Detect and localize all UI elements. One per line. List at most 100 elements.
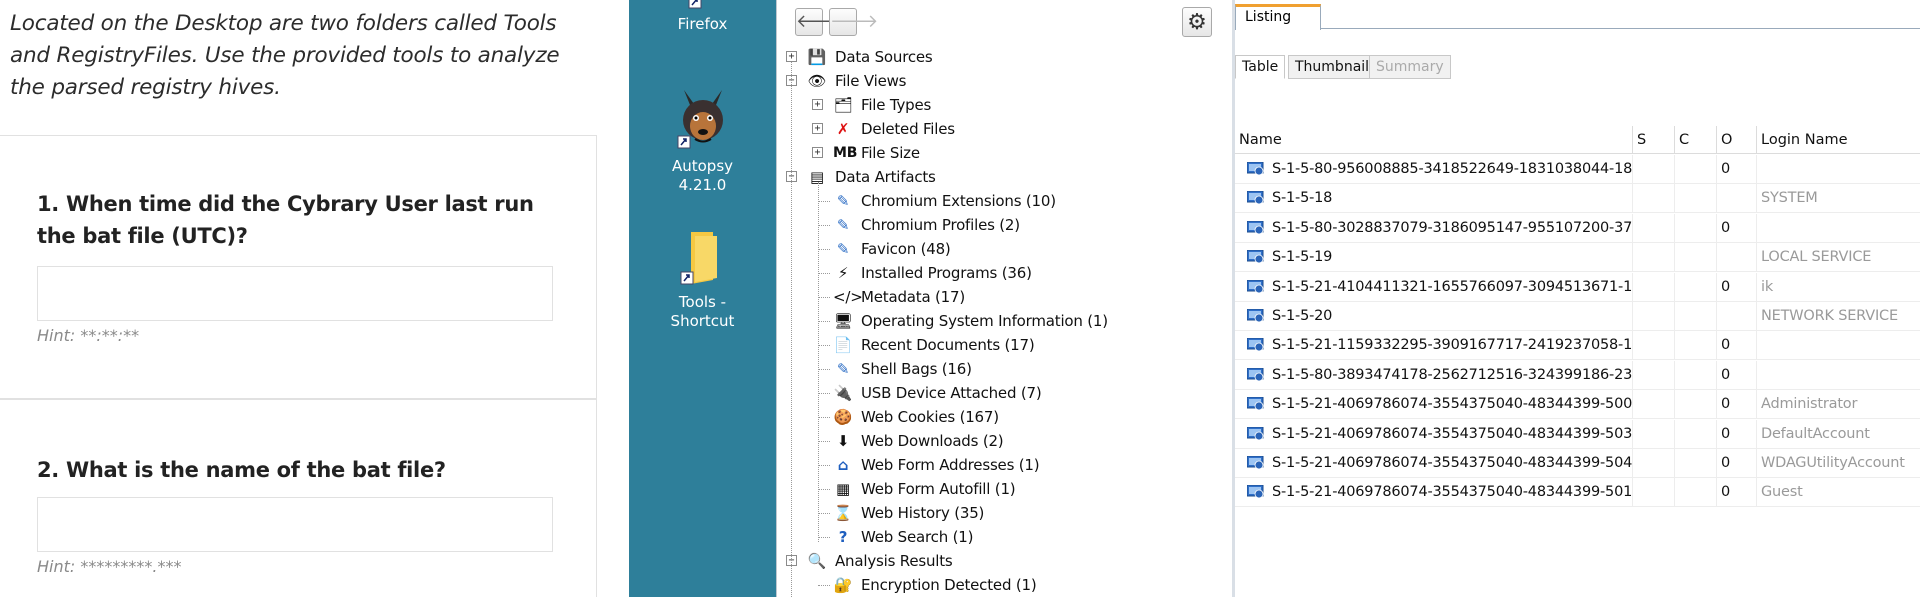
tree-node-label: Data Sources (835, 48, 933, 66)
column-header-name[interactable]: Name (1235, 126, 1633, 154)
tree-node-icon: ⌛ (833, 504, 853, 522)
cell-o: 0 (1717, 213, 1757, 243)
tree-node-label: Analysis Results (835, 552, 953, 570)
table-row[interactable]: S-1-5-21-4069786074-3554375040-48344399-… (1235, 390, 1920, 420)
cell-name: S-1-5-80-3028837079-3186095147-955107200… (1272, 213, 1633, 243)
tab-table[interactable]: Table (1235, 55, 1286, 79)
tree-guide-line (818, 182, 819, 542)
table-row[interactable]: S-1-5-18 SYSTEM (1235, 184, 1920, 214)
tree-connector (818, 273, 830, 274)
column-header-c[interactable]: C (1675, 126, 1717, 154)
tree-node-icon: MB (833, 145, 858, 161)
column-header-login-name[interactable]: Login Name (1757, 126, 1920, 154)
user-account-icon (1247, 367, 1264, 382)
cell-s (1633, 272, 1675, 302)
question-card-2: 2. What is the name of the bat file? Hin… (0, 399, 597, 597)
cell-o: 0 (1717, 155, 1757, 184)
table-row[interactable]: S-1-5-80-956008885-3418522649-1831038044… (1235, 155, 1920, 184)
cell-o (1717, 243, 1757, 273)
cell-c (1675, 302, 1717, 331)
settings-gear-icon[interactable]: ⚙ (1182, 7, 1212, 37)
tree-node-icon: ▦ (836, 480, 850, 498)
column-header-s[interactable]: S (1633, 126, 1675, 154)
tab-thumbnail[interactable]: Thumbnail (1288, 55, 1377, 79)
autopsy-tree-panel: 🡐 🡒 ⚙ + 💾 Data Sources − 👁 File Views + 🗂 File T… (776, 0, 1232, 597)
tools-shortcut[interactable]: Tools - Shortcut (629, 228, 776, 331)
tree-node-label: Web Form Addresses (1) (861, 456, 1040, 474)
table-row[interactable]: S-1-5-20 NETWORK SERVICE (1235, 302, 1920, 331)
cell-s (1633, 331, 1675, 361)
user-account-icon (1247, 456, 1264, 470)
folder-icon (680, 232, 717, 285)
cell-c (1675, 331, 1717, 361)
table-row[interactable]: S-1-5-80-3028837079-3186095147-955107200… (1235, 213, 1920, 243)
cell-c (1675, 272, 1717, 302)
tree-node-icon: ✎ (836, 192, 850, 210)
question-card-1: 1. When time did the Cybrary User last r… (0, 135, 597, 399)
tree-connector (818, 489, 830, 490)
autopsy-label: Autopsy 4.21.0 (671, 157, 734, 194)
tree-expand-toggle[interactable]: + (812, 123, 823, 134)
tree-toolbar: 🡐 🡒 ⚙ (777, 0, 1232, 42)
cell-login-name: Administrator (1761, 396, 1858, 413)
tree-node-icon: ✗ (836, 120, 850, 138)
tree-expand-toggle[interactable]: + (812, 147, 823, 158)
tree-node-icon: ✎ (836, 360, 850, 378)
table-row[interactable]: S-1-5-80-3893474178-2562712516-324399186… (1235, 360, 1920, 390)
table-row[interactable]: S-1-5-21-1159332295-3909167717-241923705… (1235, 331, 1920, 361)
tree-connector (818, 417, 830, 418)
cell-name: S-1-5-21-4069786074-3554375040-48344399-… (1272, 478, 1633, 508)
cell-name: S-1-5-21-1159332295-3909167717-241923705… (1272, 331, 1633, 361)
tree-connector (818, 297, 830, 298)
tree-node-icon: 🔐 (833, 576, 853, 594)
table-row[interactable]: S-1-5-21-4104411321-1655766097-309451367… (1235, 272, 1920, 302)
tree-node-label: Deleted Files (861, 120, 955, 138)
tab-divider (1321, 28, 1920, 29)
tree-node-label: Recent Documents (17) (861, 336, 1035, 354)
user-account-icon (1247, 162, 1264, 176)
desktop: Firefox Autopsy 4.21.0 Tools - Shortcut (629, 0, 776, 597)
cell-s (1633, 419, 1675, 449)
table-row[interactable]: S-1-5-21-4069786074-3554375040-48344399-… (1235, 449, 1920, 478)
question-1-answer-input[interactable] (37, 266, 553, 321)
tree-node-label: Favicon (48) (861, 240, 951, 258)
tree-expand-toggle[interactable]: + (786, 51, 797, 62)
tree-node-icon: </> (833, 288, 863, 306)
cell-c (1675, 390, 1717, 420)
back-arrow-icon[interactable]: 🡐 (795, 8, 844, 36)
firefox-shortcut[interactable]: Firefox (629, 0, 776, 34)
firefox-label: Firefox (677, 15, 728, 33)
tree-node-icon: 🔍 (807, 552, 827, 570)
cell-c (1675, 419, 1717, 449)
tab-summary[interactable]: Summary (1369, 55, 1451, 79)
autopsy-dog-icon (677, 90, 723, 149)
user-account-icon (1247, 191, 1264, 205)
tree-node-icon: ✎ (836, 216, 850, 234)
forward-arrow-icon[interactable]: 🡒 (829, 8, 878, 36)
cell-s (1633, 184, 1675, 214)
tree-node-icon: 📄 (833, 336, 853, 354)
tree-node-label: Installed Programs (36) (861, 264, 1032, 282)
autopsy-shortcut[interactable]: Autopsy 4.21.0 (629, 84, 776, 195)
user-account-icon (1247, 220, 1264, 235)
table-row[interactable]: S-1-5-21-4069786074-3554375040-48344399-… (1235, 478, 1920, 508)
user-account-icon (1247, 338, 1264, 352)
column-header-o[interactable]: O (1717, 126, 1757, 154)
cell-login-name (1757, 214, 1920, 243)
tree-connector (818, 537, 830, 538)
tree-node-icon: ⌂ (837, 456, 849, 474)
table-row[interactable]: S-1-5-19 LOCAL SERVICE (1235, 243, 1920, 273)
user-account-icon (1247, 279, 1264, 293)
cell-o: 0 (1717, 419, 1757, 449)
tree-connector (818, 465, 830, 466)
tab-listing[interactable]: Listing (1235, 4, 1321, 30)
tree-expand-toggle[interactable]: + (812, 99, 823, 110)
cell-c (1675, 155, 1717, 184)
question-2-answer-input[interactable] (37, 497, 553, 552)
tree-connector (818, 249, 830, 250)
table-row[interactable]: S-1-5-21-4069786074-3554375040-48344399-… (1235, 419, 1920, 449)
cell-o (1717, 302, 1757, 331)
cell-name: S-1-5-21-4069786074-3554375040-48344399-… (1272, 390, 1633, 420)
cell-name: S-1-5-80-956008885-3418522649-1831038044… (1272, 155, 1633, 184)
cell-s (1633, 213, 1675, 243)
